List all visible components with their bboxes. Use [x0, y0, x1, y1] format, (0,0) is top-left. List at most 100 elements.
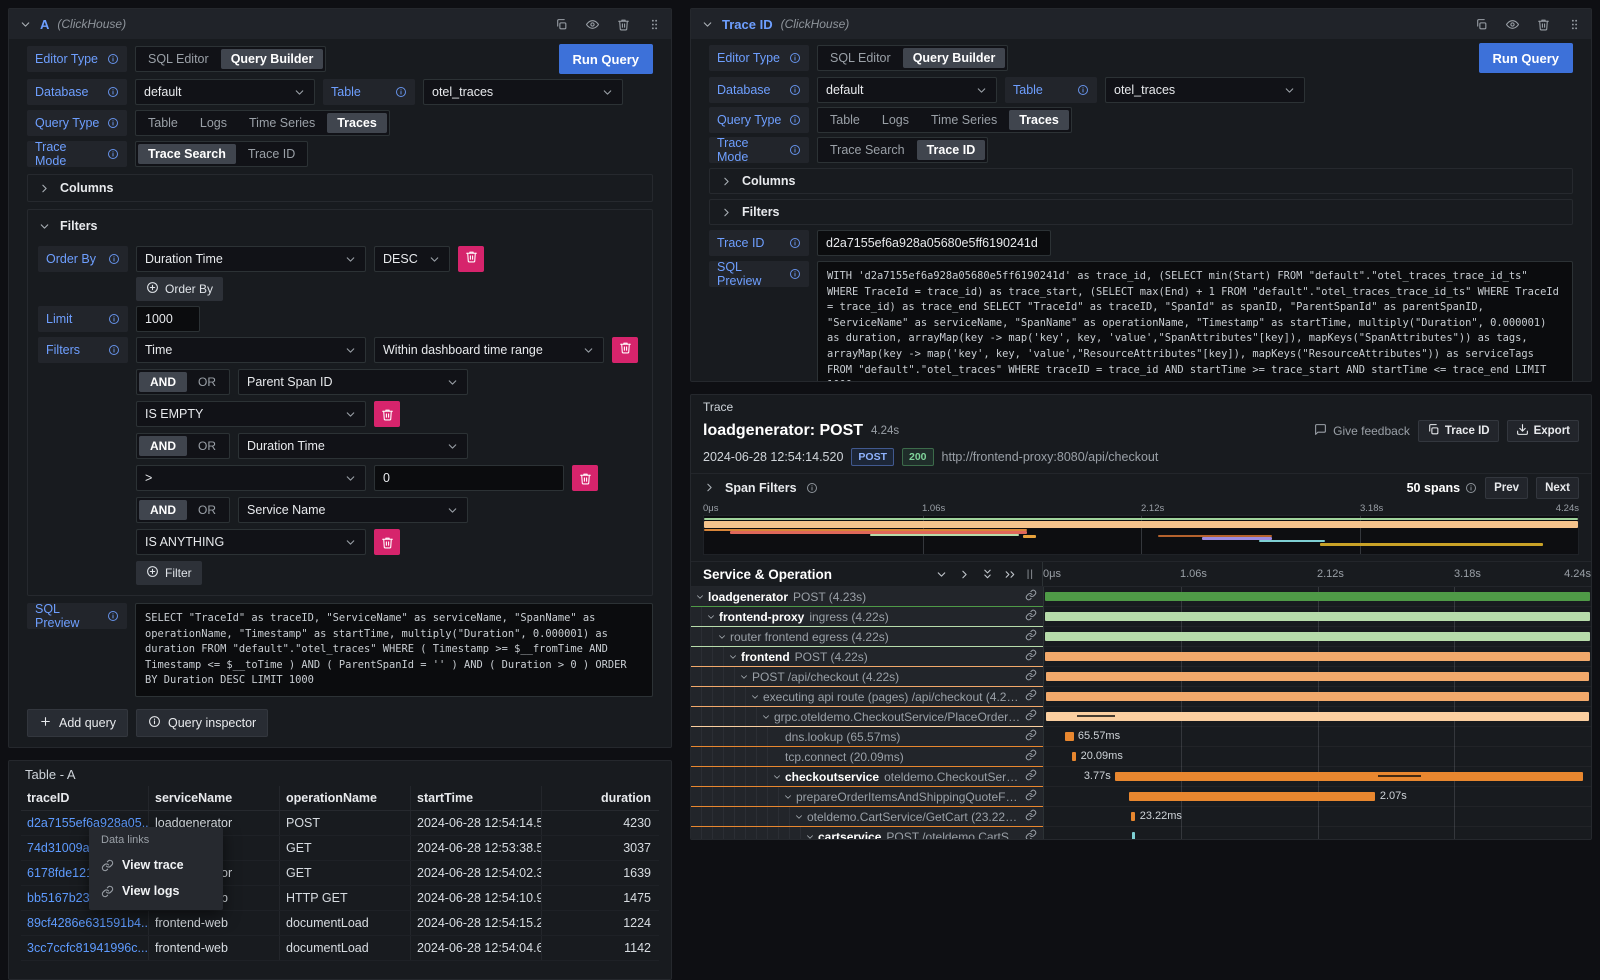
span-duration-bar[interactable] — [1045, 592, 1590, 601]
delete-query-icon[interactable] — [617, 18, 630, 31]
condition-field-select[interactable]: Duration Time — [238, 433, 468, 459]
sql-editor-option[interactable]: SQL Editor — [138, 49, 219, 69]
span-toggle-icon[interactable] — [717, 632, 727, 642]
span-duration-bar[interactable] — [1115, 772, 1583, 781]
filter-field-select[interactable]: Time — [136, 337, 366, 363]
span-toggle-icon[interactable] — [783, 792, 793, 802]
trace-id-option[interactable]: Trace ID — [917, 140, 986, 160]
remove-condition-button[interactable] — [572, 465, 598, 491]
span-link-icon[interactable] — [1021, 608, 1037, 626]
span-link-icon[interactable] — [1021, 768, 1037, 786]
duplicate-query-icon[interactable] — [555, 18, 568, 31]
condition-field-select[interactable]: Service Name — [238, 497, 468, 523]
span-link-icon[interactable] — [1021, 808, 1037, 826]
database-select[interactable]: default — [817, 77, 997, 103]
export-button[interactable]: Export — [1507, 420, 1579, 442]
delete-query-icon[interactable] — [1537, 18, 1550, 31]
condition-operator-select[interactable]: IS EMPTY — [136, 401, 366, 427]
trace-id-input[interactable]: d2a7155ef6a928a05680e5ff6190241d — [817, 230, 1051, 256]
span-link-icon[interactable] — [1021, 688, 1037, 706]
condition-value-input[interactable]: 0 — [374, 465, 564, 491]
and-option[interactable]: AND — [139, 436, 187, 456]
span-toggle-icon[interactable] — [794, 812, 804, 822]
span-duration-bar[interactable] — [1129, 792, 1375, 801]
view-logs-link[interactable]: View logs — [89, 878, 223, 904]
span-toggle-icon[interactable] — [750, 692, 760, 702]
prev-button[interactable]: Prev — [1485, 477, 1528, 499]
remove-condition-button[interactable] — [374, 401, 400, 427]
span-link-icon[interactable] — [1021, 648, 1037, 666]
column-resize-handle[interactable]: || — [1027, 569, 1034, 580]
query-type-timeseries[interactable]: Time Series — [239, 113, 325, 133]
span-name-row[interactable]: cartservicePOST /oteldemo.CartService/Ge… — [691, 827, 1043, 839]
span-duration-bar[interactable] — [1045, 652, 1590, 661]
span-name-row[interactable]: prepareOrderItemsAndShippingQuoteFromCar… — [691, 787, 1043, 807]
query-type-traces[interactable]: Traces — [327, 113, 387, 133]
columns-section-toggle[interactable]: Columns — [709, 168, 1573, 194]
span-duration-bar[interactable] — [1046, 672, 1590, 681]
span-toggle-icon[interactable] — [695, 592, 705, 602]
query-inspector-button[interactable]: Query inspector — [136, 709, 268, 737]
database-select[interactable]: default — [135, 79, 315, 105]
span-name-row[interactable]: tcp.connect (20.09ms) — [691, 747, 1043, 767]
span-toggle-icon[interactable] — [739, 672, 749, 682]
remove-filter-button[interactable] — [612, 337, 638, 363]
span-link-icon[interactable] — [1021, 628, 1037, 646]
span-name-row[interactable]: oteldemo.CartService/GetCart (23.22ms) — [691, 807, 1043, 827]
span-duration-bar[interactable] — [1046, 692, 1590, 701]
trace-id-option[interactable]: Trace ID — [238, 144, 305, 164]
span-duration-bar[interactable] — [1065, 732, 1074, 741]
span-name-row[interactable]: dns.lookup (65.57ms) — [691, 727, 1043, 747]
span-toggle-icon[interactable] — [728, 652, 738, 662]
span-name-row[interactable]: loadgeneratorPOST (4.23s) — [691, 587, 1043, 607]
toggle-visibility-icon[interactable] — [1506, 18, 1519, 31]
expand-all-icon[interactable] — [1004, 568, 1017, 581]
column-header-serviceName[interactable]: serviceName — [149, 786, 280, 810]
or-option[interactable]: OR — [187, 436, 227, 456]
drag-handle-icon[interactable] — [648, 18, 661, 31]
query-builder-option[interactable]: Query Builder — [221, 49, 324, 69]
columns-section-toggle[interactable]: Columns — [27, 174, 653, 202]
limit-input[interactable]: 1000 — [136, 306, 200, 332]
sql-editor-option[interactable]: SQL Editor — [820, 48, 901, 68]
span-duration-bar[interactable] — [1045, 612, 1590, 621]
span-link-icon[interactable] — [1021, 728, 1037, 746]
span-toggle-icon[interactable] — [772, 772, 782, 782]
filters-section-toggle[interactable]: Filters — [709, 199, 1573, 225]
give-feedback-link[interactable]: Give feedback — [1314, 423, 1410, 439]
column-header-duration[interactable]: duration — [542, 786, 659, 810]
collapse-all-icon[interactable] — [981, 568, 994, 581]
add-query-button[interactable]: Add query — [27, 709, 128, 737]
remove-order-by-button[interactable] — [458, 246, 484, 272]
collapse-one-icon[interactable] — [935, 568, 948, 581]
span-link-icon[interactable] — [1021, 788, 1037, 806]
cell-traceID[interactable]: 3cc7ccfc81941996c... — [27, 941, 148, 955]
span-link-icon[interactable] — [1021, 588, 1037, 606]
run-query-button[interactable]: Run Query — [559, 44, 653, 74]
span-name-row[interactable]: executing api route (pages) /api/checkou… — [691, 687, 1043, 707]
or-option[interactable]: OR — [187, 500, 227, 520]
filters-section-toggle[interactable]: Filters — [38, 214, 642, 238]
next-button[interactable]: Next — [1536, 477, 1579, 499]
query-type-logs[interactable]: Logs — [872, 110, 919, 130]
span-duration-bar[interactable] — [1045, 632, 1590, 641]
span-link-icon[interactable] — [1021, 748, 1037, 766]
query-type-table[interactable]: Table — [820, 110, 870, 130]
span-link-icon[interactable] — [1021, 668, 1037, 686]
span-toggle-icon[interactable] — [706, 612, 716, 622]
span-duration-bar[interactable] — [1072, 752, 1076, 761]
span-name-row[interactable]: checkoutserviceoteldemo.CheckoutService/… — [691, 767, 1043, 787]
column-header-operationName[interactable]: operationName — [280, 786, 411, 810]
span-duration-bar[interactable] — [1131, 812, 1135, 821]
or-option[interactable]: OR — [187, 372, 227, 392]
condition-field-select[interactable]: Parent Span ID — [238, 369, 468, 395]
trace-search-option[interactable]: Trace Search — [820, 140, 915, 160]
expand-one-icon[interactable] — [958, 568, 971, 581]
drag-handle-icon[interactable] — [1568, 18, 1581, 31]
query-type-logs[interactable]: Logs — [190, 113, 237, 133]
add-filter-button[interactable]: Filter — [136, 561, 202, 585]
collapse-query-icon[interactable] — [701, 18, 714, 31]
span-name-row[interactable]: router frontend egress (4.22s) — [691, 627, 1043, 647]
query-type-table[interactable]: Table — [138, 113, 188, 133]
add-order-by-button[interactable]: Order By — [136, 277, 223, 301]
